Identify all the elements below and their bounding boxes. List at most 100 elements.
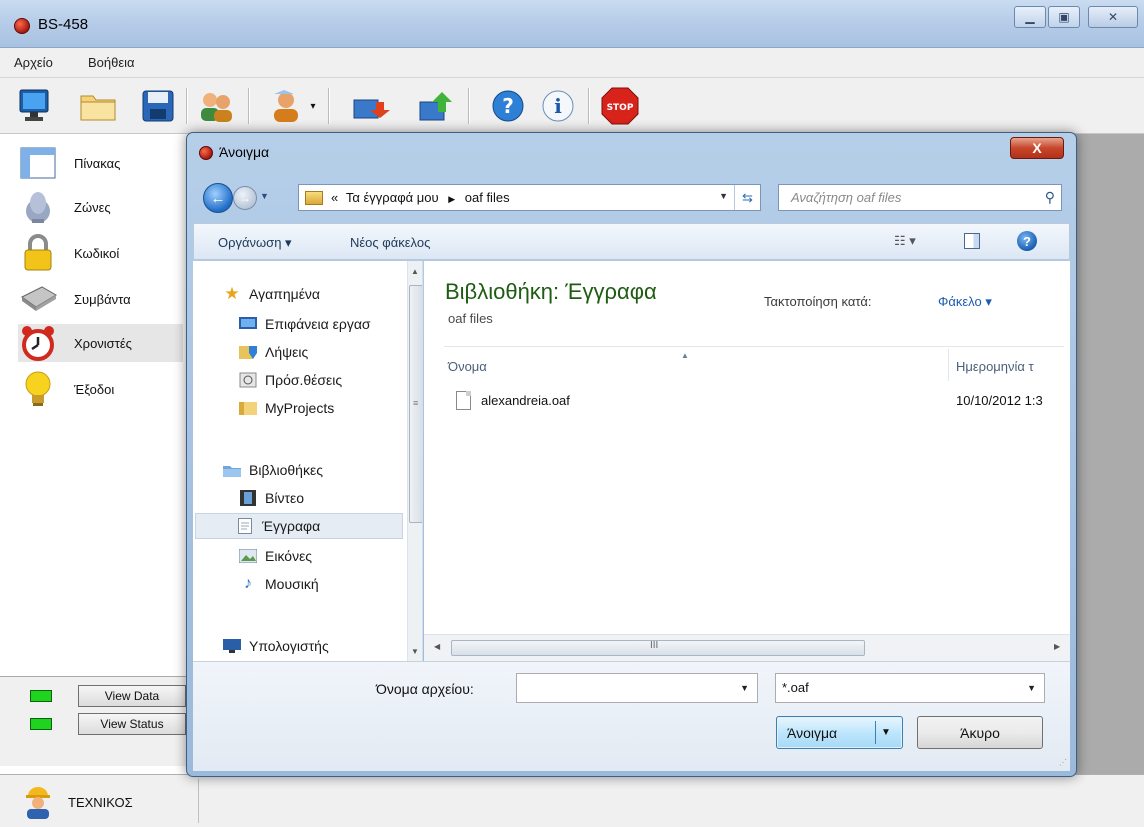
close-button[interactable]: ✕	[1088, 6, 1138, 28]
scroll-left-icon[interactable]: ◀	[434, 642, 440, 651]
column-date-header[interactable]: Ημερομηνία τ	[956, 359, 1034, 374]
nav-music[interactable]: ♪ Μουσική	[239, 571, 319, 597]
sidebar-item-outputs[interactable]: Έξοδοι	[18, 370, 183, 408]
upload-icon[interactable]	[416, 86, 456, 126]
breadcrumb-documents[interactable]: Τα έγγραφά μου	[346, 190, 439, 205]
sidebar-item-label: Συμβάντα	[74, 291, 131, 307]
open-button-label: Άνοιγμα	[787, 725, 838, 741]
user-dropdown-icon[interactable]	[268, 86, 308, 126]
file-row[interactable]: alexandreia.oaf 10/10/2012 1:3	[446, 389, 1066, 415]
file-list-pane: Βιβλιοθήκη: Έγγραφα oaf files Τακτοποίησ…	[424, 261, 1070, 634]
view-data-button[interactable]: View Data	[78, 685, 186, 707]
nav-recent[interactable]: Πρόσ.θέσεις	[239, 367, 342, 393]
scroll-thumb[interactable]: III	[451, 640, 865, 656]
nav-label: Λήψεις	[265, 344, 309, 360]
address-path: « Τα έγγραφά μου ▶ oaf files	[331, 190, 510, 205]
view-status-button[interactable]: View Status	[78, 713, 186, 735]
chevron-down-icon[interactable]: ▼	[740, 683, 749, 693]
nav-videos[interactable]: Βίντεο	[239, 485, 304, 511]
nav-pictures[interactable]: Εικόνες	[239, 543, 312, 569]
column-name-header[interactable]: Όνομα	[448, 359, 487, 374]
nav-documents[interactable]: Έγγραφα	[195, 513, 403, 539]
nav-downloads[interactable]: Λήψεις	[239, 339, 308, 365]
address-dropdown-icon[interactable]: ▼	[719, 191, 728, 201]
column-divider[interactable]	[948, 349, 949, 381]
menu-help[interactable]: Βοήθεια	[88, 55, 135, 70]
forward-button[interactable]: →	[233, 186, 257, 210]
address-bar[interactable]: « Τα έγγραφά μου ▶ oaf files ▼ ⇆	[298, 184, 761, 211]
stop-icon[interactable]: STOP	[600, 86, 640, 126]
dialog-close-button[interactable]: X	[1010, 137, 1064, 159]
breadcrumb-separator-icon[interactable]: ▶	[448, 194, 455, 204]
toolbar-separator	[588, 88, 590, 124]
organize-button[interactable]: Οργάνωση ▾	[218, 235, 292, 251]
downloads-folder-icon	[239, 344, 257, 360]
svg-text:i: i	[554, 94, 562, 118]
lock-icon	[18, 234, 58, 271]
nav-favorites[interactable]: ★ Αγαπημένα	[223, 281, 320, 307]
menu-file[interactable]: Αρχείο	[14, 55, 53, 70]
search-icon[interactable]: ⚲	[1045, 189, 1055, 206]
toolbar-separator	[186, 88, 188, 124]
help-icon[interactable]: ?	[1017, 231, 1037, 251]
scroll-grip: III	[650, 640, 659, 651]
scroll-right-icon[interactable]: ▶	[1054, 642, 1060, 651]
cancel-button[interactable]: Άκυρο	[917, 716, 1043, 749]
music-icon: ♪	[244, 575, 252, 592]
download-icon[interactable]	[350, 86, 390, 126]
filename-label: Όνομα αρχείου:	[376, 681, 474, 697]
scroll-down-icon[interactable]: ▼	[411, 647, 419, 656]
file-list-horizontal-scrollbar[interactable]: ◀ III ▶	[424, 634, 1070, 661]
chevron-down-icon[interactable]: ▼	[1027, 683, 1036, 693]
sidebar-item-timers[interactable]: Χρονιστές	[18, 324, 183, 362]
resize-grip-icon[interactable]: ⋰	[1059, 758, 1067, 767]
library-subtitle: oaf files	[448, 311, 493, 326]
view-options-button[interactable]: ☷ ▾	[894, 233, 916, 249]
sidebar-item-codes[interactable]: Κωδικοί	[18, 234, 183, 272]
sort-ascending-icon: ▲	[681, 351, 689, 360]
save-icon[interactable]	[138, 86, 178, 126]
minimize-button[interactable]: ▁	[1014, 6, 1046, 28]
help-icon[interactable]: ?	[488, 86, 528, 126]
app-logo-icon	[14, 18, 30, 34]
navigation-pane: ★ Αγαπημένα Επιφάνεια εργασ Λήψεις Πρόσ.…	[193, 261, 423, 661]
nav-myprojects[interactable]: MyProjects	[239, 395, 334, 421]
monitor-icon[interactable]	[14, 86, 54, 126]
pictures-icon	[239, 548, 257, 564]
sidebar-item-zones[interactable]: Ζώνες	[18, 188, 183, 226]
folder-icon	[239, 400, 257, 416]
alarm-clock-icon	[18, 325, 58, 361]
refresh-icon[interactable]: ⇆	[734, 185, 760, 210]
scroll-up-icon[interactable]: ▲	[411, 267, 419, 276]
nav-label: Επιφάνεια εργασ	[265, 316, 371, 332]
menubar: Αρχείο Βοήθεια	[0, 48, 1144, 78]
open-options-dropdown-icon[interactable]: ▼	[881, 727, 891, 738]
view-status-row: View Status	[30, 713, 186, 735]
preview-pane-icon[interactable]	[964, 233, 980, 249]
users-icon[interactable]	[196, 86, 236, 126]
scroll-thumb[interactable]: ≡	[409, 285, 422, 523]
nav-computer[interactable]: Υπολογιστής	[223, 633, 329, 659]
sidebar-item-table[interactable]: Πίνακας	[18, 144, 183, 182]
info-icon[interactable]: i	[538, 86, 578, 126]
search-input[interactable]: Αναζήτηση oaf files ⚲	[778, 184, 1062, 211]
open-button[interactable]: Άνοιγμα ▼	[776, 716, 903, 749]
nav-desktop[interactable]: Επιφάνεια εργασ	[239, 311, 371, 337]
maximize-button[interactable]: ▣	[1048, 6, 1080, 28]
sidebar-item-events[interactable]: Συμβάντα	[18, 280, 183, 318]
address-overflow[interactable]: «	[331, 190, 338, 205]
nav-vertical-scrollbar[interactable]: ▲ ≡ ▼	[407, 261, 422, 661]
toolbar-separator	[328, 88, 330, 124]
folder-icon[interactable]	[78, 86, 118, 126]
history-dropdown[interactable]: ▼	[260, 191, 269, 201]
filename-input[interactable]: ▼	[516, 673, 758, 703]
back-button[interactable]: ←	[203, 183, 233, 213]
computer-icon	[223, 638, 241, 654]
breadcrumb-oaf-files[interactable]: oaf files	[465, 190, 510, 205]
nav-libraries[interactable]: Βιβλιοθήκες	[223, 457, 323, 483]
split-divider	[875, 721, 876, 744]
filetype-select[interactable]: *.oaf ▼	[775, 673, 1045, 703]
new-folder-button[interactable]: Νέος φάκελος	[350, 235, 430, 250]
sort-by-dropdown[interactable]: Φάκελο ▾	[938, 294, 992, 310]
chevron-down-icon[interactable]: ▾	[306, 86, 320, 126]
